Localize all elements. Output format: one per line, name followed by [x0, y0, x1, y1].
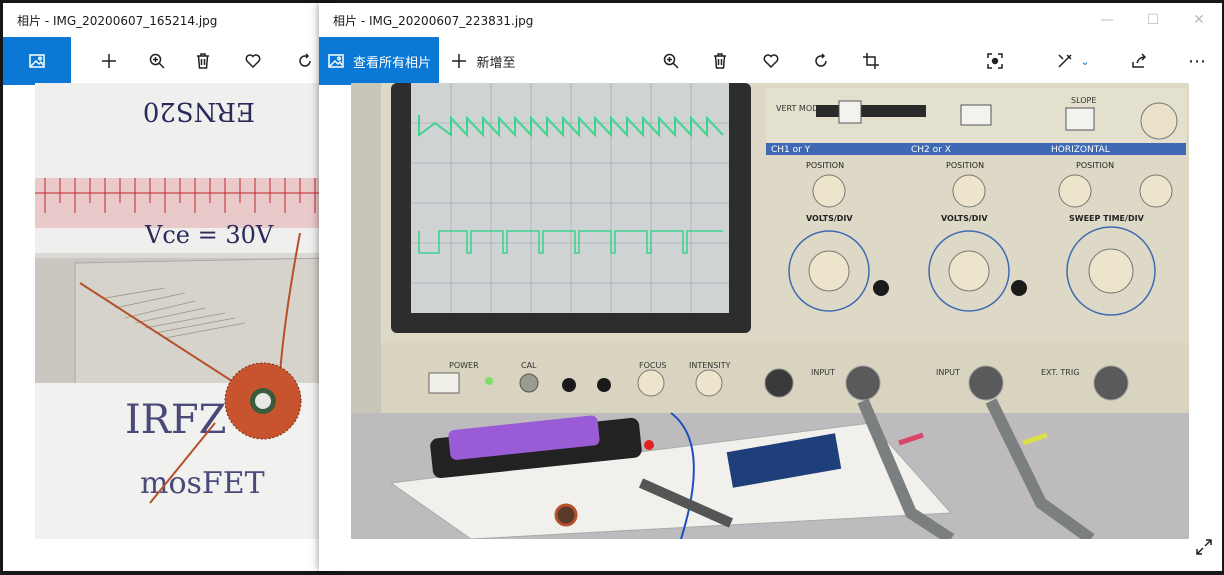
chevron-down-icon: ⌄ [1080, 54, 1090, 68]
label-slope: SLOPE [1071, 96, 1096, 105]
label-position-h: POSITION [1076, 161, 1114, 170]
minimize-button[interactable]: — [1084, 3, 1130, 37]
crop-button[interactable] [851, 37, 891, 85]
delete-button[interactable] [183, 37, 223, 85]
label-ch2: CH2 or X [911, 145, 951, 155]
minimize-icon: — [1100, 12, 1114, 28]
view-all-photos-button[interactable]: 查看所有相片 [319, 37, 439, 85]
add-button[interactable] [89, 37, 129, 85]
more-icon: ⋯ [1188, 50, 1206, 72]
photo-handwriting-1: ERNS20 [143, 96, 255, 126]
view-all-photos-label: 查看所有相片 [352, 55, 431, 71]
photos-window-left: 相片 - IMG_20200607_165214.jpg ERNS20 Vce … [3, 3, 333, 571]
photo-left: ERNS20 Vce = 30V IRFZ mosFET [35, 83, 333, 539]
share-button[interactable] [1119, 37, 1159, 85]
view-photo-button[interactable] [3, 37, 71, 85]
zoom-in-icon [663, 53, 679, 69]
label-sweep: SWEEP TIME/DIV [1069, 214, 1145, 223]
zoom-in-icon [149, 53, 165, 69]
label-input-2: INPUT [936, 368, 960, 377]
close-icon: ✕ [1193, 12, 1205, 28]
label-horizontal: HORIZONTAL [1051, 145, 1110, 155]
label-focus: FOCUS [639, 361, 666, 370]
add-icon [102, 54, 116, 68]
window-title: 相片 - IMG_20200607_165214.jpg [17, 13, 218, 28]
photo-handwriting-4: mosFET [140, 466, 265, 501]
photo-handwriting-2: Vce = 30V [144, 221, 274, 249]
view-photo-icon [29, 54, 45, 68]
view-more-button[interactable] [975, 37, 1015, 85]
label-volts-div-2: VOLTS/DIV [941, 214, 988, 223]
photo-oscilloscope: VERT MODE SLOPE CH1 or Y CH2 or X HORIZO… [351, 83, 1189, 539]
favorite-icon [763, 54, 779, 69]
delete-button[interactable] [700, 37, 740, 85]
expand-icon [1196, 539, 1212, 555]
window-title: 相片 - IMG_20200607_223831.jpg [333, 13, 534, 28]
delete-icon [197, 53, 209, 69]
zoom-in-button[interactable] [651, 37, 691, 85]
toolbar: 查看所有相片 新增至 ⌄ ⋯ [319, 37, 1222, 85]
favorite-button[interactable] [233, 37, 273, 85]
label-ch1: CH1 or Y [771, 145, 811, 155]
photo-right: VERT MODE SLOPE CH1 or Y CH2 or X HORIZO… [351, 83, 1189, 539]
title-bar[interactable]: 相片 - IMG_20200607_165214.jpg [3, 3, 333, 37]
photos-window-right: 相片 - IMG_20200607_223831.jpg — ☐ ✕ 查看所有相… [319, 3, 1222, 571]
rotate-button[interactable] [801, 37, 841, 85]
label-cal: CAL [521, 361, 537, 370]
add-to-label: 新增至 [476, 55, 516, 71]
title-bar[interactable]: 相片 - IMG_20200607_223831.jpg — ☐ ✕ [319, 3, 1222, 37]
label-input-1: INPUT [811, 368, 835, 377]
label-volts-div-1: VOLTS/DIV [806, 214, 853, 223]
photo-toroid-circuit: ERNS20 Vce = 30V IRFZ mosFET [35, 83, 333, 539]
add-icon [452, 54, 467, 68]
label-intensity: INTENSITY [689, 361, 731, 370]
edit-create-icon [1058, 54, 1072, 68]
focus-icon [987, 53, 1003, 69]
maximize-button[interactable]: ☐ [1130, 3, 1176, 37]
toolbar [3, 37, 333, 85]
label-power: POWER [449, 361, 479, 370]
crop-icon [863, 53, 879, 69]
share-icon [1132, 53, 1147, 68]
maximize-icon: ☐ [1146, 12, 1160, 28]
rotate-icon [815, 53, 827, 67]
more-options-button[interactable]: ⋯ [1177, 37, 1217, 85]
add-to-button[interactable]: 新增至 [445, 37, 521, 85]
label-ext-trig: EXT. TRIG [1041, 368, 1079, 377]
rotate-icon [299, 53, 311, 67]
view-photo-icon [328, 54, 344, 68]
close-button[interactable]: ✕ [1176, 3, 1222, 37]
photo-handwriting-3: IRFZ [125, 397, 226, 443]
favorite-icon [245, 54, 261, 69]
edit-create-button[interactable]: ⌄ [1045, 37, 1101, 85]
fullscreen-button[interactable] [1194, 537, 1214, 557]
delete-icon [714, 53, 726, 69]
favorite-button[interactable] [751, 37, 791, 85]
zoom-in-button[interactable] [137, 37, 177, 85]
label-position-ch2: POSITION [946, 161, 984, 170]
label-position-ch1: POSITION [806, 161, 844, 170]
